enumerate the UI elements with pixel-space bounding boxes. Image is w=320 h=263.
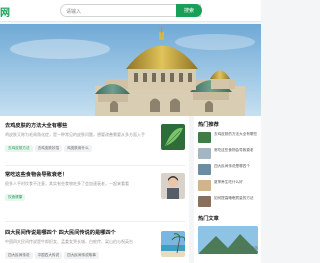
article-title[interactable]: 常吃这些食物会导致衰老！: [5, 171, 185, 178]
sidebar-hot-item[interactable]: 常吃这些食物会导致衰老: [198, 148, 258, 162]
tag[interactable]: 鸡皮肤用什么: [64, 145, 92, 152]
article-desc: 很多人平时饮食不注意，其实有些食物吃多了会加速衰老，一起来看看: [5, 181, 129, 186]
sidebar-hot-item[interactable]: 夏季养生吃什么好: [198, 180, 258, 194]
thumbnail: [198, 180, 211, 191]
hot-section-title: 热门推荐: [198, 122, 219, 128]
tag[interactable]: 中国四大传说: [34, 252, 63, 259]
hot-item-label[interactable]: 如何提高睡眠质量的方法: [214, 196, 258, 206]
list-item[interactable]: 去鸡皮肤的方法大全有哪些 鸡皮肤又称为毛周角化症，是一种常见的皮肤问题，想要改善…: [5, 122, 185, 152]
beach-image: [161, 231, 185, 257]
person-image: [161, 173, 185, 199]
article-title[interactable]: 四大民间传说是哪四个 四大民间传说的是哪四个: [5, 229, 185, 236]
article-desc: 鸡皮肤又称为毛周角化症，是一种常见的皮肤问题，想要改善需要从多方面入手: [5, 132, 145, 137]
tag-list: 去鸡皮肤方法 去鸡皮肤妙招 鸡皮肤用什么: [5, 145, 185, 152]
article-thumbnail[interactable]: [161, 173, 185, 199]
latest-section-title: 热门文章: [198, 216, 219, 222]
leaf-image: [161, 124, 185, 150]
tag[interactable]: 去鸡皮肤方法: [5, 145, 33, 152]
divider: [5, 221, 185, 222]
sidebar-hot-item[interactable]: 四大民间传说是哪四个: [198, 164, 258, 178]
tag[interactable]: 去鸡皮肤妙招: [34, 145, 63, 152]
thumbnail: [198, 196, 211, 207]
thumbnail: [198, 148, 211, 159]
article-thumbnail[interactable]: [161, 231, 185, 257]
sidebar-footer-text: 一日游大全站: [236, 246, 258, 250]
tag[interactable]: 四大民间传说故事: [64, 252, 99, 259]
search-button[interactable]: 搜索: [176, 4, 202, 17]
site-logo[interactable]: 网: [0, 4, 10, 19]
hot-item-label[interactable]: 常吃这些食物会导致衰老: [214, 148, 258, 158]
article-list: 去鸡皮肤的方法大全有哪些 鸡皮肤又称为毛周角化症，是一种常见的皮肤问题，想要改善…: [0, 116, 189, 263]
thumbnail: [198, 132, 211, 143]
hot-item-label[interactable]: 四大民间传说是哪四个: [214, 164, 258, 174]
sidebar: 热门推荐 去鸡皮肤的方法大全有哪些 常吃这些食物会导致衰老 四大民间传说是哪四个…: [194, 116, 261, 263]
hot-item-label[interactable]: 夏季养生吃什么好: [214, 180, 258, 190]
sidebar-hot-item[interactable]: 去鸡皮肤的方法大全有哪些: [198, 132, 258, 146]
list-item[interactable]: 四大民间传说是哪四个 四大民间传说的是哪四个 中国四大民间传说是牛郎织女、孟姜女…: [5, 229, 185, 259]
tag[interactable]: 饮食健康: [5, 194, 26, 201]
hot-item-label[interactable]: 去鸡皮肤的方法大全有哪些: [214, 132, 258, 142]
sidebar-hot-item[interactable]: 如何提高睡眠质量的方法: [198, 196, 258, 210]
divider: [5, 165, 185, 166]
cathedral-image: [0, 24, 261, 116]
article-thumbnail[interactable]: [161, 124, 185, 150]
hero-banner[interactable]: [0, 24, 261, 116]
article-desc: 中国四大民间传说是牛郎织女、孟姜女哭长城、白蛇传、梁山伯与祝英台: [5, 239, 133, 244]
tag-list: 四大民间传说 中国四大传说 四大民间传说故事: [5, 252, 185, 259]
top-header: 网 请输入 搜索: [0, 0, 261, 22]
list-item[interactable]: 常吃这些食物会导致衰老！ 很多人平时饮食不注意，其实有些食物吃多了会加速衰老，一…: [5, 171, 185, 201]
article-title[interactable]: 去鸡皮肤的方法大全有哪些: [5, 122, 185, 129]
thumbnail: [198, 164, 211, 175]
tag-list: 饮食健康: [5, 194, 185, 201]
tag[interactable]: 四大民间传说: [5, 252, 33, 259]
